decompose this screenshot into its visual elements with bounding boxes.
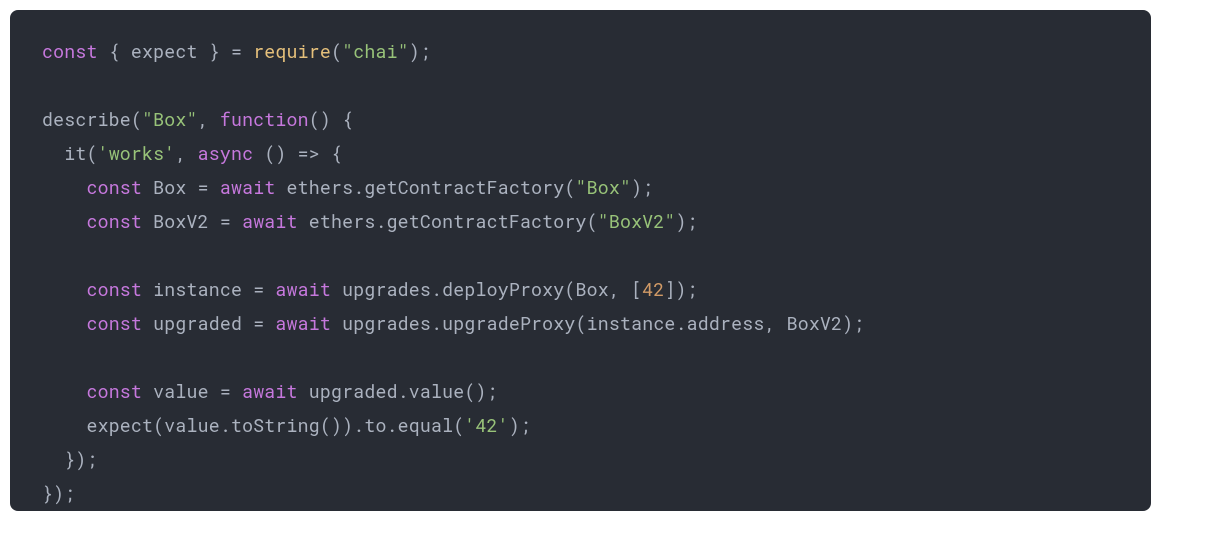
code-block: const { expect } = require("chai"); desc… bbox=[10, 10, 1151, 511]
text: ethers.getContractFactory( bbox=[298, 209, 598, 233]
text: { bbox=[98, 39, 131, 63]
fn-it: it( bbox=[64, 141, 97, 165]
text: upgrades.upgradeProxy(instance.address, … bbox=[331, 311, 865, 335]
keyword-await: await bbox=[275, 277, 331, 301]
keyword-function: function bbox=[220, 107, 309, 131]
fn-require: require bbox=[253, 39, 331, 63]
punct: ); bbox=[676, 209, 698, 233]
keyword-await: await bbox=[275, 311, 331, 335]
punct: , bbox=[198, 107, 220, 131]
text: () { bbox=[309, 107, 353, 131]
text: ethers.getContractFactory( bbox=[275, 175, 575, 199]
text: () => { bbox=[253, 141, 342, 165]
punct: ( bbox=[331, 39, 342, 63]
identifier: instance = bbox=[142, 277, 275, 301]
keyword-const: const bbox=[86, 311, 142, 335]
text: upgrades.deployProxy(Box, [ bbox=[331, 277, 642, 301]
identifier: Box = bbox=[142, 175, 220, 199]
keyword-const: const bbox=[42, 39, 98, 63]
text: }); bbox=[42, 447, 98, 471]
keyword-const: const bbox=[86, 379, 142, 403]
keyword-await: await bbox=[220, 175, 276, 199]
indent bbox=[42, 311, 86, 335]
string: '42' bbox=[464, 413, 508, 437]
code-content: const { expect } = require("chai"); desc… bbox=[42, 34, 1119, 510]
indent bbox=[42, 141, 64, 165]
identifier: upgraded = bbox=[142, 311, 275, 335]
punct: , bbox=[175, 141, 197, 165]
fn-describe: describe( bbox=[42, 107, 142, 131]
text: }); bbox=[42, 481, 75, 505]
text: expect(value.toString()).to.equal( bbox=[86, 413, 464, 437]
keyword-async: async bbox=[198, 141, 254, 165]
punct: ); bbox=[631, 175, 653, 199]
punct: ); bbox=[509, 413, 531, 437]
keyword-await: await bbox=[242, 379, 298, 403]
keyword-const: const bbox=[86, 175, 142, 199]
punct: ]); bbox=[664, 277, 697, 301]
punct: ); bbox=[409, 39, 431, 63]
identifier: BoxV2 = bbox=[142, 209, 242, 233]
indent bbox=[42, 175, 86, 199]
string: "BoxV2" bbox=[598, 209, 676, 233]
indent bbox=[42, 209, 86, 233]
indent bbox=[42, 277, 86, 301]
string: "Box" bbox=[576, 175, 632, 199]
keyword-await: await bbox=[242, 209, 298, 233]
indent bbox=[42, 379, 86, 403]
text: } = bbox=[198, 39, 254, 63]
string: 'works' bbox=[98, 141, 176, 165]
number: 42 bbox=[642, 277, 664, 301]
text: upgraded.value(); bbox=[298, 379, 498, 403]
string: "chai" bbox=[342, 39, 409, 63]
keyword-const: const bbox=[86, 209, 142, 233]
indent bbox=[42, 413, 86, 437]
keyword-const: const bbox=[86, 277, 142, 301]
identifier: expect bbox=[131, 39, 198, 63]
string: "Box" bbox=[142, 107, 198, 131]
identifier: value = bbox=[142, 379, 242, 403]
